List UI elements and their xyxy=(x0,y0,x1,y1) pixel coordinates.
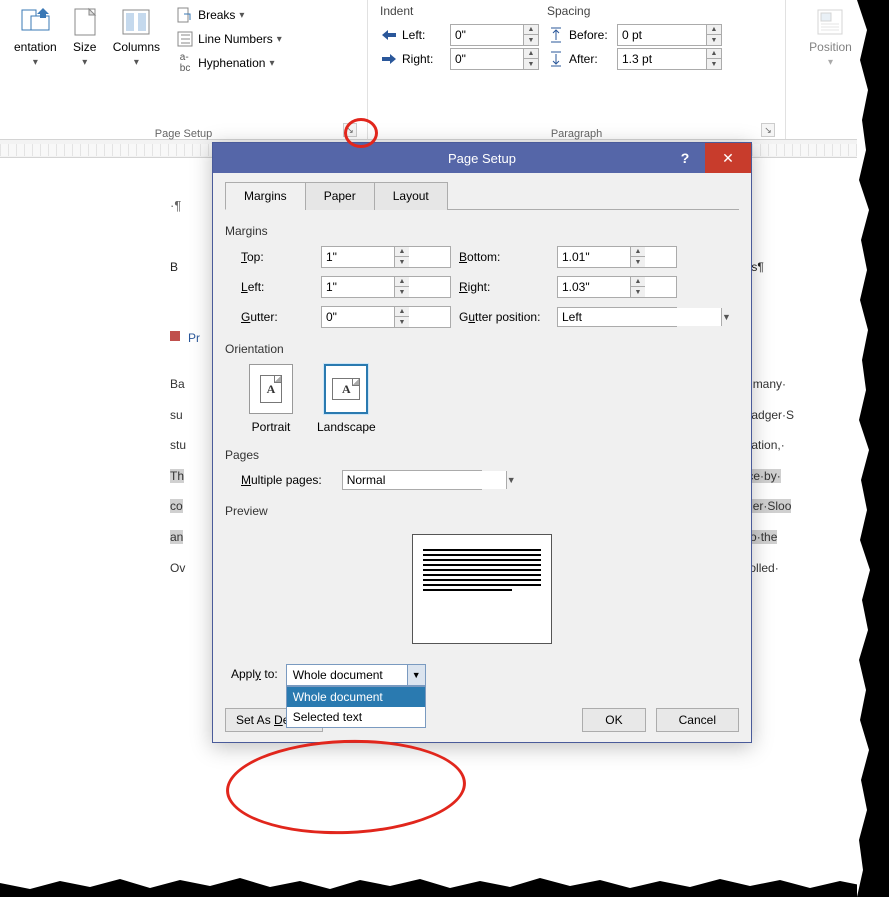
orientation-icon xyxy=(19,6,51,38)
gutter-position-label: Gutter position: xyxy=(459,310,549,324)
orientation-label: entation xyxy=(14,40,57,54)
apply-to-dropdown-list: Whole document Selected text xyxy=(286,686,426,728)
columns-button[interactable]: Columns▾ xyxy=(107,4,166,71)
hyphenation-label: Hyphenation xyxy=(198,56,265,70)
torn-edge-right xyxy=(857,0,889,897)
indent-right-label: Right: xyxy=(402,52,446,66)
tab-paper[interactable]: Paper xyxy=(305,182,375,210)
indent-right-spinner[interactable]: ▲▼ xyxy=(450,48,539,70)
margin-top-label: Top: xyxy=(241,250,313,264)
indent-header: Indent xyxy=(380,4,539,22)
margin-left-spinner[interactable]: ▲▼ xyxy=(321,276,451,298)
spacing-before-icon xyxy=(547,26,565,44)
preview-section-label: Preview xyxy=(225,504,739,518)
line-numbers-label: Line Numbers xyxy=(198,32,273,46)
size-button[interactable]: Size▾ xyxy=(63,4,107,71)
dialog-title: Page Setup xyxy=(448,151,516,166)
position-label: Position xyxy=(809,40,852,54)
margin-right-label: Right: xyxy=(459,280,549,294)
ribbon: entation▾ Size▾ Columns▾ Breaks ▾ xyxy=(0,0,889,140)
spacing-header: Spacing xyxy=(547,4,722,22)
spacing-after-icon xyxy=(547,50,565,68)
dialog-tabs: Margins Paper Layout xyxy=(225,181,739,210)
breaks-icon xyxy=(176,6,194,24)
hyphenation-icon: a-bc xyxy=(176,54,194,72)
indent-left-icon xyxy=(380,26,398,44)
orientation-portrait[interactable]: A Portrait xyxy=(249,364,293,434)
breaks-button[interactable]: Breaks ▾ xyxy=(172,4,286,26)
position-button[interactable]: Position▾ xyxy=(803,4,858,71)
apply-to-combo[interactable]: Whole document▼ Whole document Selected … xyxy=(286,664,426,686)
size-label: Size xyxy=(73,40,96,54)
spacing-after-spinner[interactable]: ▲▼ xyxy=(617,48,722,70)
cancel-button[interactable]: Cancel xyxy=(656,708,739,732)
preview-area xyxy=(225,526,739,664)
apply-to-label: Apply to: xyxy=(231,664,278,681)
margin-right-spinner[interactable]: ▲▼ xyxy=(557,276,677,298)
margin-bottom-spinner[interactable]: ▲▼ xyxy=(557,246,677,268)
orientation-section-label: Orientation xyxy=(225,342,739,356)
pages-section-label: Pages xyxy=(225,448,739,462)
page-setup-dialog-launcher[interactable]: ↘ xyxy=(343,123,357,137)
orientation-landscape[interactable]: A Landscape xyxy=(317,364,376,434)
columns-label: Columns xyxy=(113,40,160,54)
multiple-pages-combo[interactable]: ▼ xyxy=(342,470,482,490)
hyphenation-button[interactable]: a-bc Hyphenation ▾ xyxy=(172,52,286,74)
margins-section-label: Margins xyxy=(225,224,739,238)
margin-bottom-label: Bottom: xyxy=(459,250,549,264)
paragraph-dialog-launcher[interactable]: ↘ xyxy=(761,123,775,137)
tab-margins[interactable]: Margins xyxy=(225,182,306,210)
margin-top-spinner[interactable]: ▲▼ xyxy=(321,246,451,268)
line-numbers-button[interactable]: Line Numbers ▾ xyxy=(172,28,286,50)
dialog-help-button[interactable]: ? xyxy=(667,143,703,173)
dialog-close-button[interactable]: ✕ xyxy=(705,143,751,173)
indent-left-spinner[interactable]: ▲▼ xyxy=(450,24,539,46)
dialog-titlebar[interactable]: Page Setup ? ✕ xyxy=(213,143,751,173)
ok-button[interactable]: OK xyxy=(582,708,645,732)
orientation-button[interactable]: entation▾ xyxy=(8,4,63,71)
gutter-position-combo[interactable]: ▼ xyxy=(557,307,677,327)
spacing-after-label: After: xyxy=(569,52,613,66)
apply-to-option-selected[interactable]: Selected text xyxy=(287,707,425,727)
gutter-label: Gutter: xyxy=(241,310,313,324)
page-setup-dialog: Page Setup ? ✕ Margins Paper Layout Marg… xyxy=(212,142,752,743)
multiple-pages-label: Multiple pages: xyxy=(241,473,322,487)
indent-left-label: Left: xyxy=(402,28,446,42)
preview-page-thumb xyxy=(412,534,552,644)
spacing-before-spinner[interactable]: ▲▼ xyxy=(617,24,722,46)
gutter-spinner[interactable]: ▲▼ xyxy=(321,306,451,328)
tab-layout[interactable]: Layout xyxy=(374,182,448,210)
columns-icon xyxy=(120,6,152,38)
indent-right-icon xyxy=(380,50,398,68)
apply-to-option-whole[interactable]: Whole document xyxy=(287,687,425,707)
breaks-label: Breaks xyxy=(198,8,235,22)
margin-left-label: Left: xyxy=(241,280,313,294)
spacing-before-label: Before: xyxy=(569,28,613,42)
torn-edge-bottom xyxy=(0,875,889,897)
line-numbers-icon xyxy=(176,30,194,48)
position-icon xyxy=(814,6,846,38)
size-icon xyxy=(69,6,101,38)
